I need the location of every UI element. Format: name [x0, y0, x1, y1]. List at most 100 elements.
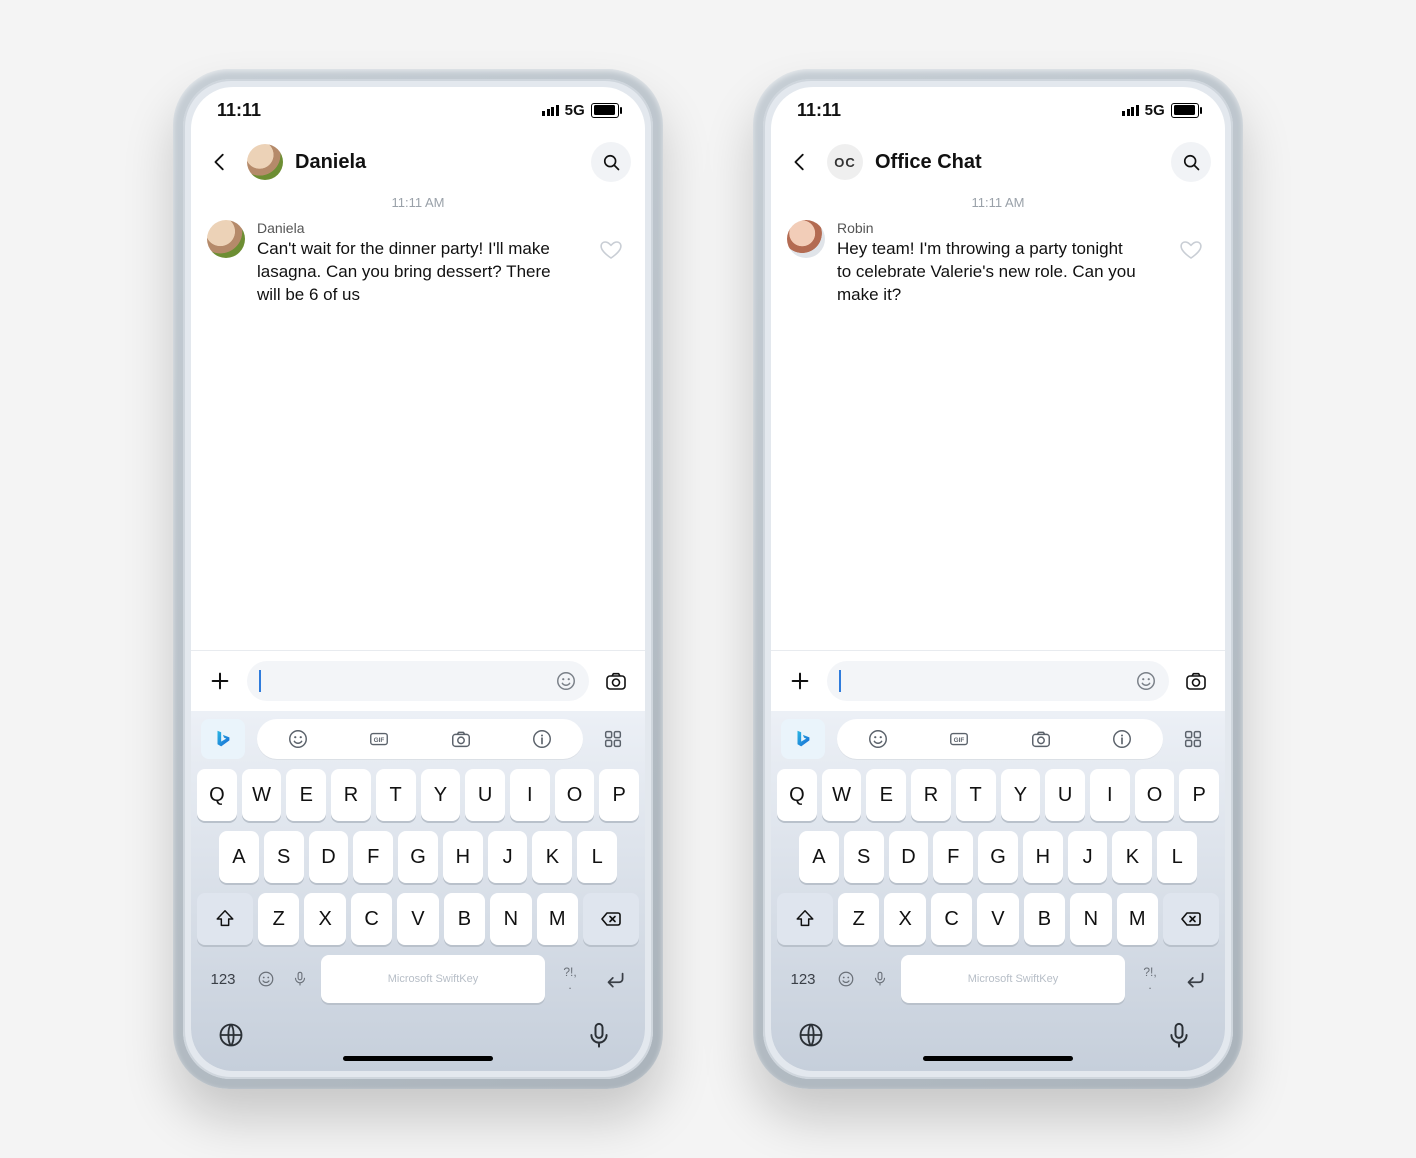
key-o[interactable]: O	[555, 769, 595, 821]
key-l[interactable]: L	[577, 831, 617, 883]
return-key[interactable]	[595, 966, 635, 992]
add-attachment-button[interactable]	[205, 666, 235, 696]
backspace-key[interactable]	[1163, 893, 1219, 945]
camera-button[interactable]	[1181, 666, 1211, 696]
key-x[interactable]: X	[304, 893, 345, 945]
key-e[interactable]: E	[866, 769, 906, 821]
bing-icon[interactable]	[201, 719, 245, 759]
spacebar-key[interactable]: Microsoft SwiftKey	[901, 955, 1125, 1003]
key-d[interactable]: D	[889, 831, 929, 883]
return-key[interactable]	[1175, 966, 1215, 992]
key-r[interactable]: R	[911, 769, 951, 821]
key-n[interactable]: N	[490, 893, 531, 945]
gif-icon[interactable]	[357, 719, 401, 759]
key-w[interactable]: W	[822, 769, 862, 821]
microphone-icon[interactable]	[585, 1021, 619, 1055]
key-q[interactable]: Q	[197, 769, 237, 821]
camera-button[interactable]	[601, 666, 631, 696]
key-c[interactable]: C	[351, 893, 392, 945]
globe-icon[interactable]	[797, 1021, 831, 1055]
key-s[interactable]: S	[844, 831, 884, 883]
microphone-icon[interactable]	[1165, 1021, 1199, 1055]
key-a[interactable]: A	[799, 831, 839, 883]
backspace-key[interactable]	[583, 893, 639, 945]
dictation-icon[interactable]	[867, 966, 893, 992]
key-a[interactable]: A	[219, 831, 259, 883]
punctuation-key[interactable]: ?!,.	[1133, 966, 1167, 992]
key-t[interactable]: T	[376, 769, 416, 821]
key-p[interactable]: P	[599, 769, 639, 821]
message-input[interactable]	[827, 661, 1169, 701]
key-r[interactable]: R	[331, 769, 371, 821]
message-input[interactable]	[247, 661, 589, 701]
key-g[interactable]: G	[978, 831, 1018, 883]
key-u[interactable]: U	[1045, 769, 1085, 821]
key-f[interactable]: F	[353, 831, 393, 883]
info-icon[interactable]	[520, 719, 564, 759]
back-button[interactable]	[205, 147, 235, 177]
key-n[interactable]: N	[1070, 893, 1111, 945]
punctuation-key[interactable]: ?!,.	[553, 966, 587, 992]
key-m[interactable]: M	[1117, 893, 1158, 945]
key-y[interactable]: Y	[421, 769, 461, 821]
key-z[interactable]: Z	[838, 893, 879, 945]
key-h[interactable]: H	[443, 831, 483, 883]
key-k[interactable]: K	[1112, 831, 1152, 883]
key-q[interactable]: Q	[777, 769, 817, 821]
shift-key[interactable]	[777, 893, 833, 945]
key-y[interactable]: Y	[1001, 769, 1041, 821]
emoji-icon[interactable]	[856, 719, 900, 759]
key-g[interactable]: G	[398, 831, 438, 883]
bing-icon[interactable]	[781, 719, 825, 759]
globe-icon[interactable]	[217, 1021, 251, 1055]
key-t[interactable]: T	[956, 769, 996, 821]
key-j[interactable]: J	[488, 831, 528, 883]
emoji-icon[interactable]	[276, 719, 320, 759]
key-m[interactable]: M	[537, 893, 578, 945]
dictation-icon[interactable]	[287, 966, 313, 992]
emoji-toggle-icon[interactable]	[833, 966, 859, 992]
search-button[interactable]	[591, 142, 631, 182]
key-w[interactable]: W	[242, 769, 282, 821]
key-i[interactable]: I	[510, 769, 550, 821]
camera-icon[interactable]	[439, 719, 483, 759]
key-c[interactable]: C	[931, 893, 972, 945]
key-k[interactable]: K	[532, 831, 572, 883]
home-indicator[interactable]	[343, 1056, 493, 1061]
apps-grid-icon[interactable]	[1171, 719, 1215, 759]
key-o[interactable]: O	[1135, 769, 1175, 821]
gif-icon[interactable]	[937, 719, 981, 759]
key-i[interactable]: I	[1090, 769, 1130, 821]
key-u[interactable]: U	[465, 769, 505, 821]
numeric-key[interactable]: 123	[781, 971, 825, 988]
key-j[interactable]: J	[1068, 831, 1108, 883]
emoji-picker-icon[interactable]	[555, 670, 577, 692]
emoji-picker-icon[interactable]	[1135, 670, 1157, 692]
key-b[interactable]: B	[1024, 893, 1065, 945]
apps-grid-icon[interactable]	[591, 719, 635, 759]
search-button[interactable]	[1171, 142, 1211, 182]
key-v[interactable]: V	[977, 893, 1018, 945]
key-z[interactable]: Z	[258, 893, 299, 945]
back-button[interactable]	[785, 147, 815, 177]
key-s[interactable]: S	[264, 831, 304, 883]
add-attachment-button[interactable]	[785, 666, 815, 696]
key-b[interactable]: B	[444, 893, 485, 945]
home-indicator[interactable]	[923, 1056, 1073, 1061]
key-f[interactable]: F	[933, 831, 973, 883]
key-d[interactable]: D	[309, 831, 349, 883]
info-icon[interactable]	[1100, 719, 1144, 759]
key-e[interactable]: E	[286, 769, 326, 821]
key-h[interactable]: H	[1023, 831, 1063, 883]
react-button[interactable]	[599, 238, 629, 268]
key-x[interactable]: X	[884, 893, 925, 945]
key-v[interactable]: V	[397, 893, 438, 945]
numeric-key[interactable]: 123	[201, 971, 245, 988]
camera-icon[interactable]	[1019, 719, 1063, 759]
react-button[interactable]	[1179, 238, 1209, 268]
emoji-toggle-icon[interactable]	[253, 966, 279, 992]
spacebar-key[interactable]: Microsoft SwiftKey	[321, 955, 545, 1003]
key-l[interactable]: L	[1157, 831, 1197, 883]
shift-key[interactable]	[197, 893, 253, 945]
key-p[interactable]: P	[1179, 769, 1219, 821]
